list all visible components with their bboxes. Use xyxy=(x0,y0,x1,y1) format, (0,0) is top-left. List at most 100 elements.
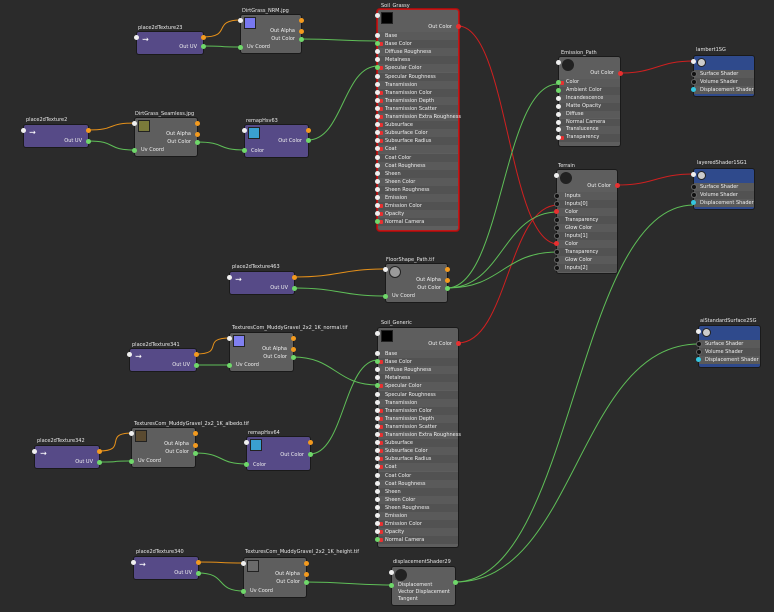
output-port[interactable] xyxy=(86,128,91,133)
attribute-row[interactable]: Matte Opacity xyxy=(559,102,620,111)
attribute-row[interactable]: Specular Color xyxy=(378,64,458,73)
input-port[interactable] xyxy=(375,496,380,502)
input-port[interactable] xyxy=(554,241,559,246)
attribute-row[interactable]: Emission xyxy=(378,194,458,203)
attribute-row[interactable]: Coat xyxy=(378,463,458,472)
input-port[interactable] xyxy=(556,60,561,65)
attribute-row[interactable]: Displacement Shader xyxy=(699,356,760,364)
attribute-row[interactable]: Sheen Color xyxy=(378,177,458,186)
output-port[interactable] xyxy=(445,286,450,291)
input-port[interactable] xyxy=(375,170,380,176)
dirtgrass-nrm-node[interactable]: Out Alpha Out Color Uv Coord xyxy=(241,15,301,53)
attribute-row[interactable]: Inputs[0] xyxy=(557,200,617,208)
input-port[interactable] xyxy=(554,209,559,214)
input-port[interactable] xyxy=(375,33,380,38)
attribute-row[interactable]: Subsurface Radius xyxy=(378,455,458,464)
output-port[interactable] xyxy=(615,183,620,188)
input-port[interactable] xyxy=(375,488,380,494)
input-port[interactable] xyxy=(375,423,380,429)
input-port[interactable] xyxy=(375,154,380,160)
output-port[interactable] xyxy=(304,561,309,566)
attribute-row[interactable]: Displacement Shader xyxy=(694,86,754,94)
attribute-row[interactable]: Metalness xyxy=(378,374,458,383)
input-port[interactable] xyxy=(556,80,561,85)
place2dtexture463-node[interactable]: ⇝ Out UV xyxy=(230,272,294,294)
output-port[interactable] xyxy=(194,363,199,368)
output-port[interactable] xyxy=(193,443,198,448)
output-port[interactable] xyxy=(193,431,198,436)
soil-grassy-node[interactable]: Out Color Base Base Color Diffuse Roughnes… xyxy=(378,10,461,230)
attribute-row[interactable]: Volume Shader xyxy=(694,78,754,86)
input-port[interactable] xyxy=(556,111,561,117)
attribute-row[interactable]: Transmission Scatter xyxy=(378,104,458,113)
input-port[interactable] xyxy=(375,105,380,111)
input-port[interactable] xyxy=(244,440,249,445)
attribute-row[interactable]: Surface Shader xyxy=(694,70,754,78)
attribute-row[interactable]: Translucence xyxy=(559,126,620,135)
output-port[interactable] xyxy=(196,571,201,576)
attribute-row[interactable]: Inputs[1] xyxy=(557,232,617,240)
output-port[interactable] xyxy=(456,24,461,29)
input-port[interactable] xyxy=(554,193,560,199)
input-port[interactable] xyxy=(242,128,247,133)
input-port[interactable] xyxy=(375,407,380,413)
output-port[interactable] xyxy=(304,580,309,585)
attribute-row[interactable]: Transmission xyxy=(378,80,458,89)
displacementshader29-node[interactable]: Displacement Vector Displacement Tangent xyxy=(392,567,455,605)
output-port[interactable] xyxy=(194,352,199,357)
output-port[interactable] xyxy=(291,336,296,341)
attribute-row[interactable]: Coat xyxy=(378,145,458,154)
input-port[interactable] xyxy=(375,186,380,192)
attribute-row[interactable]: Sheen Roughness xyxy=(378,185,458,194)
attribute-row[interactable]: Metalness xyxy=(378,56,458,65)
output-port[interactable] xyxy=(291,347,296,352)
input-port[interactable] xyxy=(375,162,380,168)
attribute-row[interactable]: Surface Shader xyxy=(694,183,754,191)
place2dtexture342-node[interactable]: ⇝ Out UV xyxy=(35,446,99,468)
output-port[interactable] xyxy=(292,286,297,291)
input-port[interactable] xyxy=(375,178,380,184)
attribute-row[interactable]: Sheen xyxy=(378,169,458,178)
terrain-node[interactable]: Out Color Inputs Inputs[0] Color Transparen… xyxy=(557,170,617,273)
input-port[interactable] xyxy=(696,357,701,362)
input-port[interactable] xyxy=(129,459,134,464)
remaphsv64-node[interactable]: Out Color Color xyxy=(247,437,310,470)
input-port[interactable] xyxy=(696,329,701,334)
input-port[interactable] xyxy=(375,399,380,405)
input-port[interactable] xyxy=(129,431,134,436)
input-port[interactable] xyxy=(375,97,380,103)
input-port[interactable] xyxy=(691,87,696,92)
output-port[interactable] xyxy=(299,18,304,23)
emission-path-node[interactable]: Out Color Color Ambient Color Incandescenc… xyxy=(559,57,620,146)
attribute-row[interactable]: Specular Roughness xyxy=(378,390,458,399)
input-port[interactable] xyxy=(389,570,394,575)
attribute-row[interactable]: Color xyxy=(559,79,620,87)
attribute-row[interactable]: Volume Shader xyxy=(694,191,754,199)
place2dtexture23-node[interactable]: ⇝ Out UV xyxy=(137,32,203,54)
attribute-row[interactable]: Displacement Shader xyxy=(694,199,754,207)
output-port[interactable] xyxy=(304,572,309,577)
attribute-row[interactable]: Sheen Color xyxy=(378,495,458,504)
attribute-row[interactable]: Transmission xyxy=(378,398,458,407)
input-port[interactable] xyxy=(227,363,232,368)
attribute-row[interactable]: Transparency xyxy=(557,248,617,256)
input-port[interactable] xyxy=(375,81,380,87)
input-port[interactable] xyxy=(556,87,561,93)
input-port[interactable] xyxy=(32,449,37,454)
output-port[interactable] xyxy=(445,278,450,283)
aistandardsurface2sg-node[interactable]: Surface Shader Volume Shader Displacement … xyxy=(699,326,760,367)
texture-albedo-node[interactable]: Out Alpha Out Color Uv Coord xyxy=(132,428,195,467)
input-port[interactable] xyxy=(131,560,136,565)
output-port[interactable] xyxy=(299,37,304,42)
attribute-row[interactable]: Color xyxy=(557,208,617,216)
input-port[interactable] xyxy=(375,472,380,478)
attribute-row[interactable]: Sheen xyxy=(378,487,458,496)
attribute-row[interactable]: Transmission Depth xyxy=(378,96,458,105)
input-port[interactable] xyxy=(554,173,559,178)
attribute-row[interactable]: Diffuse xyxy=(559,110,620,119)
input-port[interactable] xyxy=(383,294,388,299)
input-port[interactable] xyxy=(227,336,232,341)
input-port[interactable] xyxy=(241,589,246,594)
attribute-row[interactable]: Emission Color xyxy=(378,202,458,211)
input-port[interactable] xyxy=(375,114,380,119)
